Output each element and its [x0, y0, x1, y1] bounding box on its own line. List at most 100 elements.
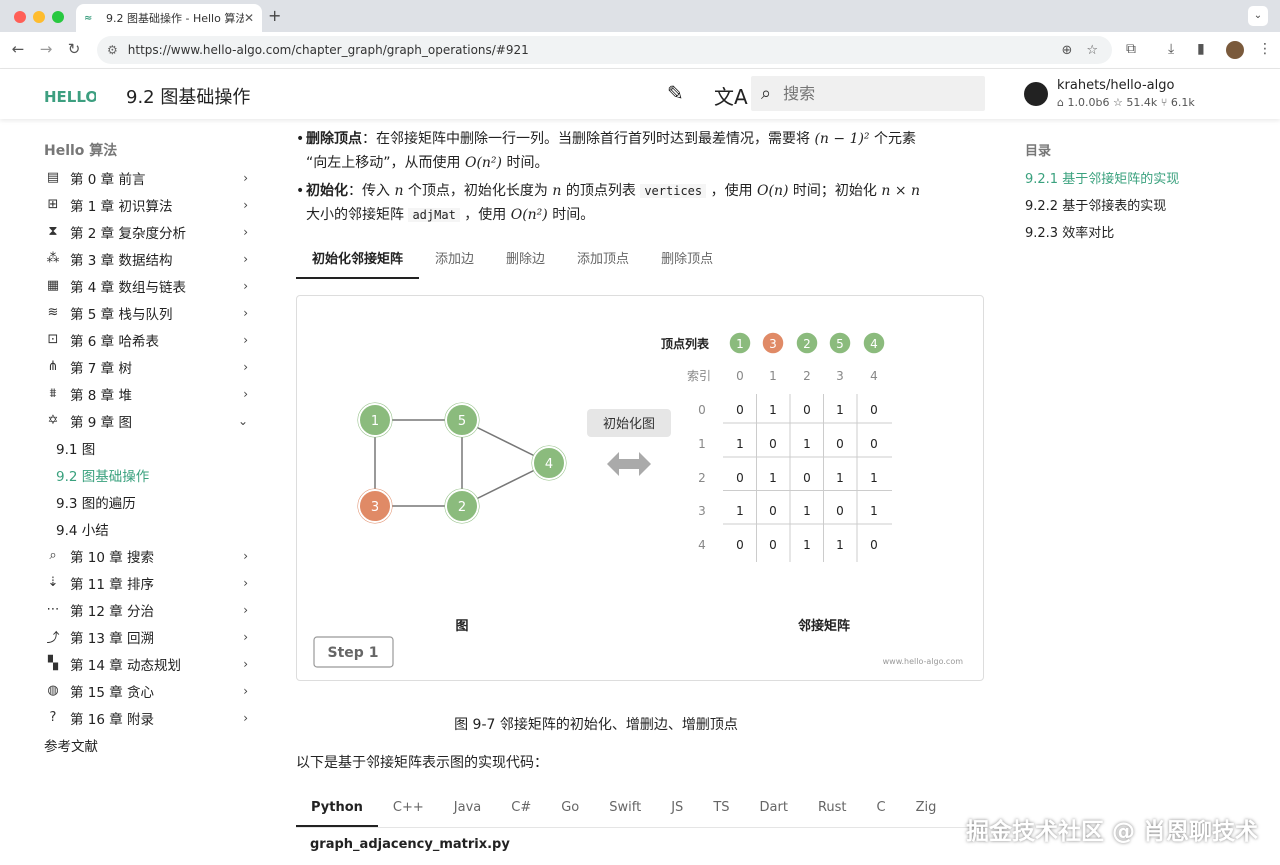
- matrix-cell: 1: [736, 437, 744, 451]
- chevron-right-icon[interactable]: ›: [243, 360, 248, 374]
- chevron-right-icon[interactable]: ›: [243, 387, 248, 401]
- tab-dart[interactable]: Dart: [745, 793, 803, 827]
- sidebar-item-chapter[interactable]: ⁂ 第 3 章 数据结构 ›: [44, 245, 254, 272]
- sidebar-subitem[interactable]: 9.3 图的遍历: [44, 488, 254, 515]
- minimize-window-button[interactable]: [33, 11, 45, 23]
- sidebar-item-chapter[interactable]: ⋔ 第 7 章 树 ›: [44, 353, 254, 380]
- sidebar-item-label: 第 4 章 数组与链表: [70, 279, 186, 296]
- sidebar-item-chapter[interactable]: ⧗ 第 2 章 复杂度分析 ›: [44, 218, 254, 245]
- sidebar-subitem[interactable]: 9.2 图基础操作: [44, 461, 254, 488]
- tab-close-icon[interactable]: ✕: [244, 11, 254, 25]
- sidebar-item-chapter[interactable]: ▚ 第 14 章 动态规划 ›: [44, 650, 254, 677]
- sidebar-item-chapter[interactable]: ⤴ 第 13 章 回溯 ›: [44, 623, 254, 650]
- close-window-button[interactable]: [14, 11, 26, 23]
- vertex-list-label-item: 5: [836, 337, 844, 351]
- matrix-cell: 0: [769, 437, 777, 451]
- sidebar-item-chapter[interactable]: ▤ 第 0 章 前言 ›: [44, 164, 254, 191]
- tab-ts[interactable]: TS: [698, 793, 744, 827]
- chevron-right-icon[interactable]: ›: [243, 198, 248, 212]
- tab-rust[interactable]: Rust: [803, 793, 862, 827]
- chevron-right-icon[interactable]: ›: [243, 630, 248, 644]
- site-search[interactable]: ⌕: [751, 76, 985, 111]
- browser-tab[interactable]: ≈ 9.2 图基础操作 - Hello 算法 ✕: [76, 4, 262, 32]
- chevron-right-icon[interactable]: ›: [243, 711, 248, 725]
- divide-icon: ⋯: [46, 602, 60, 617]
- table-icon: ▦: [46, 278, 60, 293]
- toc-item-9-2-3[interactable]: 9.2.3 效率对比: [1025, 218, 1255, 245]
- bookmark-star-icon[interactable]: ☆: [1086, 43, 1098, 58]
- forward-arrow-icon[interactable]: →: [36, 40, 56, 58]
- chevron-right-icon[interactable]: ›: [243, 333, 248, 347]
- tab-add-edge[interactable]: 添加边: [419, 243, 490, 279]
- sidebar-subitem[interactable]: 9.1 图: [44, 434, 254, 461]
- tab-cpp[interactable]: C++: [378, 793, 439, 827]
- page-title: 9.2 图基础操作: [126, 87, 251, 108]
- chevron-right-icon[interactable]: ›: [243, 684, 248, 698]
- site-settings-icon[interactable]: ⚙: [107, 43, 118, 57]
- hello-algo-logo[interactable]: HELLO: [44, 80, 96, 108]
- shapes-icon: ⁂: [46, 251, 60, 266]
- tab-remove-edge[interactable]: 删除边: [490, 243, 561, 279]
- chevron-down-icon[interactable]: ⌄: [238, 414, 248, 428]
- search-input[interactable]: [783, 84, 944, 103]
- tab-zig[interactable]: Zig: [901, 793, 952, 827]
- toc-heading: 目录: [1025, 144, 1052, 159]
- tab-search-chevron-icon[interactable]: ⌄: [1248, 6, 1268, 26]
- sidebar-icon[interactable]: ▮: [1197, 41, 1205, 57]
- sidebar-item-chapter[interactable]: ▦ 第 4 章 数组与链表 ›: [44, 272, 254, 299]
- chevron-right-icon[interactable]: ›: [243, 603, 248, 617]
- chevron-right-icon[interactable]: ›: [243, 225, 248, 239]
- sidebar-item-chapter[interactable]: ⋯ 第 12 章 分治 ›: [44, 596, 254, 623]
- tab-init-matrix[interactable]: 初始化邻接矩阵: [296, 243, 420, 279]
- tab-go[interactable]: Go: [546, 793, 594, 827]
- download-icon[interactable]: ⤓: [1168, 41, 1174, 57]
- index-cell: 1: [769, 369, 777, 383]
- translate-icon[interactable]: 文A: [714, 81, 748, 110]
- reload-icon[interactable]: ↻: [64, 40, 84, 58]
- theme-toggle-icon[interactable]: ✎: [667, 81, 684, 105]
- bulb-icon: ◍: [47, 683, 59, 698]
- extensions-icon[interactable]: ⧉: [1126, 41, 1136, 57]
- url-text[interactable]: https://www.hello-algo.com/chapter_graph…: [128, 43, 1062, 57]
- chevron-right-icon[interactable]: ›: [243, 306, 248, 320]
- profile-avatar[interactable]: [1226, 41, 1244, 59]
- sidebar-subitem[interactable]: 9.4 小结: [44, 515, 254, 542]
- menu-dots-icon[interactable]: ⋮: [1258, 41, 1272, 57]
- sidebar-item-chapter[interactable]: ⊞ 第 1 章 初识算法 ›: [44, 191, 254, 218]
- sidebar-item-label: 第 10 章 搜索: [70, 549, 155, 566]
- sidebar-item-chapter[interactable]: ⇣ 第 11 章 排序 ›: [44, 569, 254, 596]
- sidebar-item-chapter[interactable]: ≋ 第 5 章 栈与队列 ›: [44, 299, 254, 326]
- sidebar-item-chapter[interactable]: ⊡ 第 6 章 哈希表 ›: [44, 326, 254, 353]
- chevron-right-icon[interactable]: ›: [243, 657, 248, 671]
- toc-item-9-2-2[interactable]: 9.2.2 基于邻接表的实现: [1025, 191, 1255, 218]
- zoom-icon[interactable]: ⊕: [1061, 43, 1072, 58]
- address-bar[interactable]: ⚙ https://www.hello-algo.com/chapter_gra…: [97, 36, 1112, 64]
- sidebar-item-chapter[interactable]: ◍ 第 15 章 贪心 ›: [44, 677, 254, 704]
- sidebar-item-chapter[interactable]: ✡ 第 9 章 图 ⌄: [44, 407, 254, 434]
- tab-java[interactable]: Java: [439, 793, 496, 827]
- graph-node-label: 1: [371, 414, 379, 429]
- matrix-cell: 0: [769, 538, 777, 552]
- tab-add-vertex[interactable]: 添加顶点: [561, 243, 645, 279]
- tab-js[interactable]: JS: [656, 793, 698, 827]
- sidebar-item-chapter[interactable]: ⌕ 第 10 章 搜索 ›: [44, 542, 254, 569]
- chevron-right-icon[interactable]: ›: [243, 252, 248, 266]
- tab-swift[interactable]: Swift: [594, 793, 656, 827]
- logo-text: HELLO: [44, 88, 96, 106]
- chevron-right-icon[interactable]: ›: [243, 576, 248, 590]
- tab-python[interactable]: Python: [296, 793, 378, 827]
- tab-csharp[interactable]: C#: [496, 793, 546, 827]
- tab-c[interactable]: C: [862, 793, 901, 827]
- calculator-icon: ⊞: [47, 197, 59, 212]
- sidebar-item-chapter[interactable]: ⩩ 第 8 章 堆 ›: [44, 380, 254, 407]
- back-arrow-icon[interactable]: ←: [8, 40, 28, 58]
- nav-references[interactable]: 参考文献: [44, 731, 254, 758]
- toc-item-9-2-1[interactable]: 9.2.1 基于邻接矩阵的实现: [1025, 164, 1255, 191]
- sidebar-item-chapter[interactable]: ? 第 16 章 附录 ›: [44, 704, 254, 731]
- tab-remove-vertex[interactable]: 删除顶点: [645, 243, 729, 279]
- maximize-window-button[interactable]: [52, 11, 64, 23]
- chevron-right-icon[interactable]: ›: [243, 171, 248, 185]
- new-tab-button[interactable]: +: [268, 6, 281, 25]
- chevron-right-icon[interactable]: ›: [243, 279, 248, 293]
- chevron-right-icon[interactable]: ›: [243, 549, 248, 563]
